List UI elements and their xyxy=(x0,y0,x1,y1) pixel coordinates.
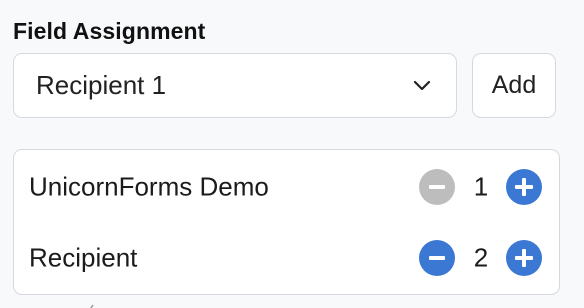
clipped-fragment xyxy=(88,299,96,308)
chevron-down-icon xyxy=(412,76,432,96)
decrement-button[interactable] xyxy=(419,240,455,276)
field-count: 1 xyxy=(473,171,489,202)
list-item: Recipient 2 xyxy=(14,238,559,278)
recipient-select-value: Recipient 1 xyxy=(36,70,167,100)
minus-icon xyxy=(429,256,445,260)
plus-icon xyxy=(515,178,533,196)
field-count: 2 xyxy=(473,242,489,273)
field-list: UnicornForms Demo 1 Recipient 2 xyxy=(13,149,560,295)
field-label: Recipient xyxy=(29,242,138,273)
minus-icon xyxy=(429,185,445,189)
recipient-select[interactable]: Recipient 1 xyxy=(13,53,457,118)
field-label: UnicornForms Demo xyxy=(29,171,269,202)
increment-button[interactable] xyxy=(506,240,542,276)
list-item: UnicornForms Demo 1 xyxy=(14,167,559,207)
plus-icon xyxy=(515,249,533,267)
field-assignment-title: Field Assignment xyxy=(13,18,206,44)
increment-button[interactable] xyxy=(506,169,542,205)
decrement-button[interactable] xyxy=(419,169,455,205)
add-recipient-button[interactable]: Add xyxy=(472,53,556,118)
